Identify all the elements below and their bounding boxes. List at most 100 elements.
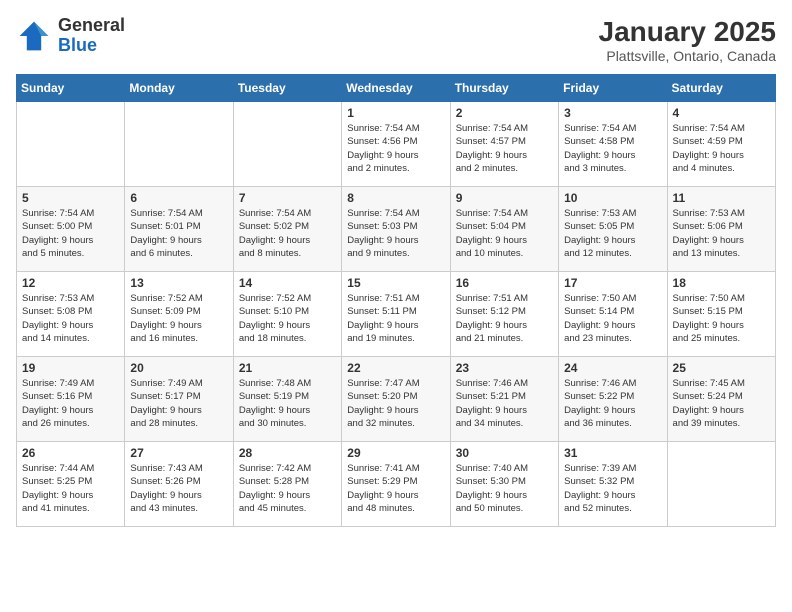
title-block: January 2025 Plattsville, Ontario, Canad… [599,16,776,64]
week-row-2: 5 Sunrise: 7:54 AM Sunset: 5:00 PM Daylig… [17,187,776,272]
day-cell: 11 Sunrise: 7:53 AM Sunset: 5:06 PM Dayli… [667,187,775,272]
day-info: Sunrise: 7:54 AM Sunset: 4:59 PM Dayligh… [673,122,770,175]
day-number: 6 [130,191,227,205]
day-info: Sunrise: 7:51 AM Sunset: 5:12 PM Dayligh… [456,292,553,345]
day-number: 28 [239,446,336,460]
weekday-header-wednesday: Wednesday [342,75,450,102]
day-number: 16 [456,276,553,290]
day-cell: 17Sunrise: 7:50 AM Sunset: 5:14 PM Dayli… [559,272,667,357]
day-info: Sunrise: 7:54 AM Sunset: 4:58 PM Dayligh… [564,122,661,175]
day-cell [233,102,341,187]
weekday-header-saturday: Saturday [667,75,775,102]
day-info: Sunrise: 7:41 AM Sunset: 5:29 PM Dayligh… [347,462,444,515]
day-cell: 26Sunrise: 7:44 AM Sunset: 5:25 PM Dayli… [17,442,125,527]
day-number: 12 [22,276,119,290]
logo: General Blue [16,16,125,56]
day-cell: 31Sunrise: 7:39 AM Sunset: 5:32 PM Dayli… [559,442,667,527]
day-cell: 13 Sunrise: 7:52 AM Sunset: 5:09 PM Dayli… [125,272,233,357]
day-cell: 18Sunrise: 7:50 AM Sunset: 5:15 PM Dayli… [667,272,775,357]
day-info: Sunrise: 7:45 AM Sunset: 5:24 PM Dayligh… [673,377,770,430]
day-number: 5 [22,191,119,205]
week-row-3: 12Sunrise: 7:53 AM Sunset: 5:08 PM Dayli… [17,272,776,357]
day-number: 27 [130,446,227,460]
day-info: Sunrise: 7:54 AM Sunset: 5:02 PM Dayligh… [239,207,336,260]
weekday-header-friday: Friday [559,75,667,102]
day-number: 8 [347,191,444,205]
day-cell: 14 Sunrise: 7:52 AM Sunset: 5:10 PM Dayli… [233,272,341,357]
week-row-5: 26Sunrise: 7:44 AM Sunset: 5:25 PM Dayli… [17,442,776,527]
day-cell: 19 Sunrise: 7:49 AM Sunset: 5:16 PM Dayli… [17,357,125,442]
day-cell: 21 Sunrise: 7:48 AM Sunset: 5:19 PM Dayli… [233,357,341,442]
logo-icon [16,18,52,54]
day-cell: 23 Sunrise: 7:46 AM Sunset: 5:21 PM Dayli… [450,357,558,442]
day-cell: 27Sunrise: 7:43 AM Sunset: 5:26 PM Dayli… [125,442,233,527]
day-cell: 9 Sunrise: 7:54 AM Sunset: 5:04 PM Daylig… [450,187,558,272]
day-cell: 5 Sunrise: 7:54 AM Sunset: 5:00 PM Daylig… [17,187,125,272]
day-info: Sunrise: 7:40 AM Sunset: 5:30 PM Dayligh… [456,462,553,515]
day-number: 21 [239,361,336,375]
day-number: 20 [130,361,227,375]
day-info: Sunrise: 7:53 AM Sunset: 5:06 PM Dayligh… [673,207,770,260]
day-cell: 2 Sunrise: 7:54 AM Sunset: 4:57 PM Daylig… [450,102,558,187]
day-number: 13 [130,276,227,290]
weekday-header-sunday: Sunday [17,75,125,102]
day-cell [125,102,233,187]
day-number: 25 [673,361,770,375]
day-cell: 12Sunrise: 7:53 AM Sunset: 5:08 PM Dayli… [17,272,125,357]
day-number: 19 [22,361,119,375]
day-number: 29 [347,446,444,460]
day-cell: 25 Sunrise: 7:45 AM Sunset: 5:24 PM Dayli… [667,357,775,442]
day-number: 30 [456,446,553,460]
day-info: Sunrise: 7:52 AM Sunset: 5:09 PM Dayligh… [130,292,227,345]
day-number: 23 [456,361,553,375]
day-cell [17,102,125,187]
day-number: 22 [347,361,444,375]
day-info: Sunrise: 7:46 AM Sunset: 5:22 PM Dayligh… [564,377,661,430]
day-info: Sunrise: 7:47 AM Sunset: 5:20 PM Dayligh… [347,377,444,430]
day-info: Sunrise: 7:49 AM Sunset: 5:17 PM Dayligh… [130,377,227,430]
day-number: 14 [239,276,336,290]
logo-text: General Blue [58,16,125,56]
day-info: Sunrise: 7:54 AM Sunset: 5:00 PM Dayligh… [22,207,119,260]
day-info: Sunrise: 7:53 AM Sunset: 5:05 PM Dayligh… [564,207,661,260]
day-number: 11 [673,191,770,205]
day-number: 7 [239,191,336,205]
day-cell: 6 Sunrise: 7:54 AM Sunset: 5:01 PM Daylig… [125,187,233,272]
day-cell: 28 Sunrise: 7:42 AM Sunset: 5:28 PM Dayli… [233,442,341,527]
calendar-subtitle: Plattsville, Ontario, Canada [599,48,776,64]
weekday-header-monday: Monday [125,75,233,102]
calendar-title: January 2025 [599,16,776,48]
day-cell: 24 Sunrise: 7:46 AM Sunset: 5:22 PM Dayli… [559,357,667,442]
day-number: 15 [347,276,444,290]
day-info: Sunrise: 7:44 AM Sunset: 5:25 PM Dayligh… [22,462,119,515]
day-cell: 15Sunrise: 7:51 AM Sunset: 5:11 PM Dayli… [342,272,450,357]
week-row-1: 1Sunrise: 7:54 AM Sunset: 4:56 PM Daylig… [17,102,776,187]
day-number: 10 [564,191,661,205]
day-number: 9 [456,191,553,205]
day-info: Sunrise: 7:49 AM Sunset: 5:16 PM Dayligh… [22,377,119,430]
day-number: 24 [564,361,661,375]
day-cell: 7 Sunrise: 7:54 AM Sunset: 5:02 PM Daylig… [233,187,341,272]
day-info: Sunrise: 7:50 AM Sunset: 5:14 PM Dayligh… [564,292,661,345]
day-cell: 10 Sunrise: 7:53 AM Sunset: 5:05 PM Dayli… [559,187,667,272]
day-number: 3 [564,106,661,120]
day-cell: 20 Sunrise: 7:49 AM Sunset: 5:17 PM Dayli… [125,357,233,442]
day-cell: 16 Sunrise: 7:51 AM Sunset: 5:12 PM Dayli… [450,272,558,357]
day-info: Sunrise: 7:54 AM Sunset: 5:04 PM Dayligh… [456,207,553,260]
day-info: Sunrise: 7:39 AM Sunset: 5:32 PM Dayligh… [564,462,661,515]
week-row-4: 19 Sunrise: 7:49 AM Sunset: 5:16 PM Dayli… [17,357,776,442]
day-info: Sunrise: 7:48 AM Sunset: 5:19 PM Dayligh… [239,377,336,430]
day-info: Sunrise: 7:42 AM Sunset: 5:28 PM Dayligh… [239,462,336,515]
day-number: 18 [673,276,770,290]
page: General Blue January 2025 Plattsville, O… [0,0,792,543]
day-cell: 8Sunrise: 7:54 AM Sunset: 5:03 PM Daylig… [342,187,450,272]
day-info: Sunrise: 7:54 AM Sunset: 4:57 PM Dayligh… [456,122,553,175]
day-info: Sunrise: 7:46 AM Sunset: 5:21 PM Dayligh… [456,377,553,430]
day-cell: 30 Sunrise: 7:40 AM Sunset: 5:30 PM Dayli… [450,442,558,527]
day-cell: 3 Sunrise: 7:54 AM Sunset: 4:58 PM Daylig… [559,102,667,187]
day-number: 2 [456,106,553,120]
day-info: Sunrise: 7:54 AM Sunset: 5:01 PM Dayligh… [130,207,227,260]
day-cell: 29 Sunrise: 7:41 AM Sunset: 5:29 PM Dayli… [342,442,450,527]
day-info: Sunrise: 7:52 AM Sunset: 5:10 PM Dayligh… [239,292,336,345]
day-cell: 4Sunrise: 7:54 AM Sunset: 4:59 PM Daylig… [667,102,775,187]
